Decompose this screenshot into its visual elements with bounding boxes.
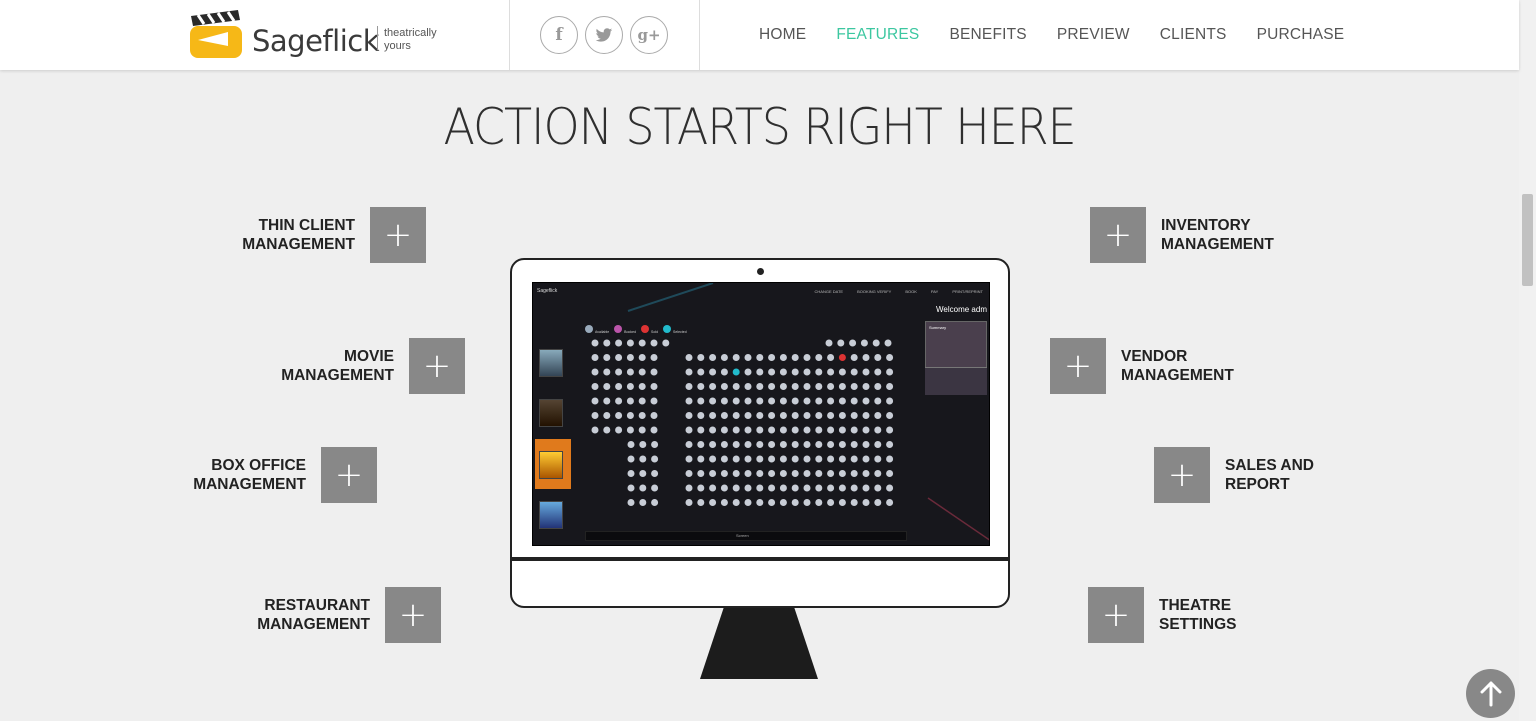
feature-label: BOX OFFICE MANAGEMENT — [193, 457, 306, 493]
expand-thin-client-button[interactable]: + — [370, 207, 426, 263]
expand-box-office-button[interactable]: + — [321, 447, 377, 503]
feature-label: SALES AND REPORT — [1225, 457, 1314, 493]
nav-clients[interactable]: CLIENTS — [1160, 26, 1227, 44]
monitor-illustration: Sageflick CHANGE DATE BOOKING VERIFY BOO… — [510, 258, 1010, 608]
arrow-up-icon — [1480, 681, 1501, 706]
feature-label: MOVIE MANAGEMENT — [281, 348, 394, 384]
clapperboard-logo-icon — [190, 10, 242, 58]
feature-label: THEATRE SETTINGS — [1159, 597, 1237, 633]
brand-name: Sageflick — [252, 24, 380, 58]
tagline-line2: yours — [384, 40, 411, 52]
nav-features[interactable]: FEATURES — [836, 26, 919, 44]
expand-inventory-button[interactable]: + — [1090, 207, 1146, 263]
nav-home[interactable]: HOME — [759, 26, 806, 44]
feature-label: INVENTORY MANAGEMENT — [1161, 217, 1274, 253]
expand-restaurant-button[interactable]: + — [385, 587, 441, 643]
feature-label: THIN CLIENT MANAGEMENT — [242, 217, 355, 253]
feature-box-office: BOX OFFICE MANAGEMENT + — [193, 447, 377, 503]
scrollbar-thumb[interactable] — [1522, 194, 1533, 286]
feature-sales: + SALES AND REPORT — [1154, 447, 1314, 503]
tagline-line1: theatrically — [384, 27, 437, 39]
feature-movie: MOVIE MANAGEMENT + — [281, 338, 465, 394]
feature-inventory: + INVENTORY MANAGEMENT — [1090, 207, 1274, 263]
google-plus-icon: g+ — [637, 26, 661, 44]
nav-preview[interactable]: PREVIEW — [1057, 26, 1130, 44]
header-divider — [699, 0, 700, 70]
brand-logo[interactable]: Sageflick theatrically yours — [188, 10, 458, 62]
facebook-button[interactable]: f — [540, 16, 578, 54]
back-to-top-button[interactable] — [1466, 669, 1515, 718]
site-header: Sageflick theatrically yours f g+ HOME F… — [0, 0, 1519, 70]
feature-restaurant: RESTAURANT MANAGEMENT + — [257, 587, 441, 643]
nav-purchase[interactable]: PURCHASE — [1257, 26, 1345, 44]
brand-separator — [377, 26, 378, 50]
feature-theatre: + THEATRE SETTINGS — [1088, 587, 1237, 643]
facebook-icon: f — [555, 25, 563, 45]
main-nav: HOME FEATURES BENEFITS PREVIEW CLIENTS P… — [759, 26, 1374, 44]
monitor-camera — [757, 268, 764, 275]
brand-tagline: theatrically yours — [384, 27, 437, 53]
screen-glare — [627, 283, 989, 541]
twitter-button[interactable] — [585, 16, 623, 54]
feature-label: VENDOR MANAGEMENT — [1121, 348, 1234, 384]
google-plus-button[interactable]: g+ — [630, 16, 668, 54]
section-title: ACTION STARTS RIGHT HERE — [443, 98, 1076, 156]
monitor-stand — [700, 608, 818, 679]
feature-thin-client: THIN CLIENT MANAGEMENT + — [242, 207, 426, 263]
nav-benefits[interactable]: BENEFITS — [949, 26, 1026, 44]
feature-label: RESTAURANT MANAGEMENT — [257, 597, 370, 633]
feature-vendor: + VENDOR MANAGEMENT — [1050, 338, 1234, 394]
page-scrollbar[interactable] — [1519, 0, 1536, 721]
twitter-icon — [595, 27, 613, 42]
app-screenshot: Sageflick CHANGE DATE BOOKING VERIFY BOO… — [532, 282, 990, 546]
expand-theatre-button[interactable]: + — [1088, 587, 1144, 643]
monitor-bezel-line — [512, 557, 1008, 561]
expand-movie-button[interactable]: + — [409, 338, 465, 394]
header-divider — [509, 0, 510, 70]
expand-sales-button[interactable]: + — [1154, 447, 1210, 503]
expand-vendor-button[interactable]: + — [1050, 338, 1106, 394]
